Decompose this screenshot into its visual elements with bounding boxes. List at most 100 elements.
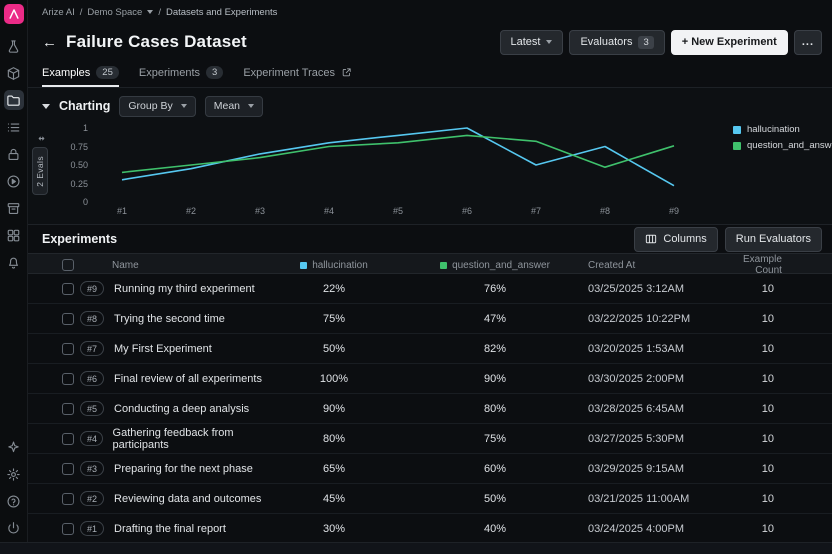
experiment-id-badge: #7 (80, 341, 104, 356)
breadcrumb-separator: / (158, 7, 161, 18)
tab-label: Experiments (139, 67, 200, 79)
column-header-created-at[interactable]: Created At (588, 260, 743, 271)
lock-icon[interactable] (4, 144, 24, 164)
gear-icon[interactable] (4, 464, 24, 484)
table-body: #9 Running my third experiment 22% 76% 0… (28, 274, 832, 544)
chevron-down-icon (546, 40, 552, 44)
x-axis-label: #7 (520, 206, 552, 216)
created-at-value: 03/27/2025 5:30PM (588, 433, 743, 445)
row-checkbox[interactable] (62, 403, 74, 415)
column-header-name[interactable]: Name (80, 260, 266, 271)
row-checkbox[interactable] (62, 313, 74, 325)
table-row[interactable]: #5 Conducting a deep analysis 90% 80% 03… (28, 394, 832, 424)
bell-icon[interactable] (4, 252, 24, 272)
hallucination-value: 45% (266, 493, 402, 505)
table-row[interactable]: #2 Reviewing data and outcomes 45% 50% 0… (28, 484, 832, 514)
breadcrumb: Arize AI / Demo Space / Datasets and Exp… (28, 0, 832, 24)
row-checkbox[interactable] (62, 433, 74, 445)
tabs-bar: Examples 25 Experiments 3 Experiment Tra… (28, 60, 832, 88)
tab-label: Experiment Traces (243, 67, 335, 79)
example-count-value: 10 (743, 313, 832, 325)
horizontal-scrollbar[interactable] (0, 542, 832, 554)
table-row[interactable]: #9 Running my third experiment 22% 76% 0… (28, 274, 832, 304)
table-row[interactable]: #6 Final review of all experiments 100% … (28, 364, 832, 394)
table-row[interactable]: #4 Gathering feedback from participants … (28, 424, 832, 454)
created-at-value: 03/29/2025 9:15AM (588, 463, 743, 475)
experiment-id-badge: #2 (80, 491, 104, 506)
column-header-hallucination[interactable]: hallucination (266, 260, 402, 271)
created-at-value: 03/25/2025 3:12AM (588, 283, 743, 295)
more-options-button[interactable]: ... (794, 30, 822, 55)
experiment-name: Gathering feedback from participants (113, 427, 266, 451)
chart-svg (114, 120, 682, 216)
collapse-caret-icon[interactable] (42, 104, 50, 109)
row-checkbox[interactable] (62, 463, 74, 475)
row-checkbox[interactable] (62, 283, 74, 295)
run-evaluators-button[interactable]: Run Evaluators (725, 227, 822, 252)
row-checkbox[interactable] (62, 343, 74, 355)
cube-icon[interactable] (4, 63, 24, 83)
breadcrumb-project[interactable]: Demo Space (87, 7, 142, 18)
x-axis-label: #8 (589, 206, 621, 216)
back-button[interactable]: ← (42, 35, 57, 50)
new-experiment-button[interactable]: + New Experiment (671, 30, 788, 55)
legend-item-hallucination[interactable]: hallucination (733, 124, 832, 135)
evaluators-button[interactable]: Evaluators 3 (569, 30, 664, 55)
chevron-down-icon (248, 104, 254, 108)
row-checkbox[interactable] (62, 523, 74, 535)
arize-logo[interactable] (4, 4, 24, 24)
created-at-value: 03/24/2025 4:00PM (588, 523, 743, 535)
aggregation-label: Mean (214, 100, 240, 112)
columns-label: Columns (663, 233, 706, 245)
tab-examples[interactable]: Examples 25 (42, 60, 119, 87)
x-axis-label: #9 (658, 206, 690, 216)
breadcrumb-space[interactable]: Arize AI (42, 7, 75, 18)
tab-label: Examples (42, 67, 90, 79)
table-row[interactable]: #3 Preparing for the next phase 65% 60% … (28, 454, 832, 484)
columns-button[interactable]: Columns (634, 227, 717, 252)
evals-count-tag[interactable]: 2 Evals (32, 147, 48, 195)
legend-item-question_and_answer[interactable]: question_and_answer (733, 140, 832, 151)
grid-icon[interactable] (4, 225, 24, 245)
experiment-name: Trying the second time (114, 313, 225, 325)
legend-label: question_and_answer (747, 140, 832, 151)
list-icon[interactable] (4, 117, 24, 137)
chevron-down-icon[interactable] (147, 10, 153, 14)
qa-value: 60% (402, 463, 588, 475)
select-all-checkbox[interactable] (62, 259, 74, 271)
experiment-id-badge: #6 (80, 371, 104, 386)
table-row[interactable]: #1 Drafting the final report 30% 40% 03/… (28, 514, 832, 544)
expand-evals-icon[interactable] (34, 132, 48, 144)
row-checkbox[interactable] (62, 373, 74, 385)
table-row[interactable]: #7 My First Experiment 50% 82% 03/20/202… (28, 334, 832, 364)
sparkle-icon[interactable] (4, 437, 24, 457)
hallucination-value: 22% (266, 283, 402, 295)
help-icon[interactable] (4, 491, 24, 511)
legend-swatch (733, 142, 741, 150)
tab-experiment-traces[interactable]: Experiment Traces (243, 60, 352, 87)
hallucination-header-label: hallucination (312, 260, 368, 271)
chart-line-question_and_answer (122, 135, 674, 172)
created-at-value: 03/30/2025 2:00PM (588, 373, 743, 385)
example-count-value: 10 (743, 343, 832, 355)
tab-experiments[interactable]: Experiments 3 (139, 60, 223, 87)
hallucination-value: 90% (266, 403, 402, 415)
folder-icon[interactable] (4, 90, 24, 110)
x-axis-label: #6 (451, 206, 483, 216)
flask-icon[interactable] (4, 36, 24, 56)
column-header-question-and-answer[interactable]: question_and_answer (402, 260, 588, 271)
header-actions: Latest Evaluators 3 + New Experiment ... (500, 30, 823, 55)
qa-value: 90% (402, 373, 588, 385)
row-checkbox[interactable] (62, 493, 74, 505)
table-row[interactable]: #8 Trying the second time 75% 47% 03/22/… (28, 304, 832, 334)
archive-icon[interactable] (4, 198, 24, 218)
column-header-example-count[interactable]: Example Count (743, 254, 832, 276)
group-by-select[interactable]: Group By (119, 96, 195, 117)
charting-header: Charting Group By Mean (28, 94, 832, 118)
aggregation-select[interactable]: Mean (205, 96, 263, 117)
latest-dropdown[interactable]: Latest (500, 30, 564, 55)
play-circle-icon[interactable] (4, 171, 24, 191)
hallucination-value: 65% (266, 463, 402, 475)
power-icon[interactable] (4, 518, 24, 538)
breadcrumb-page[interactable]: Datasets and Experiments (166, 7, 277, 18)
